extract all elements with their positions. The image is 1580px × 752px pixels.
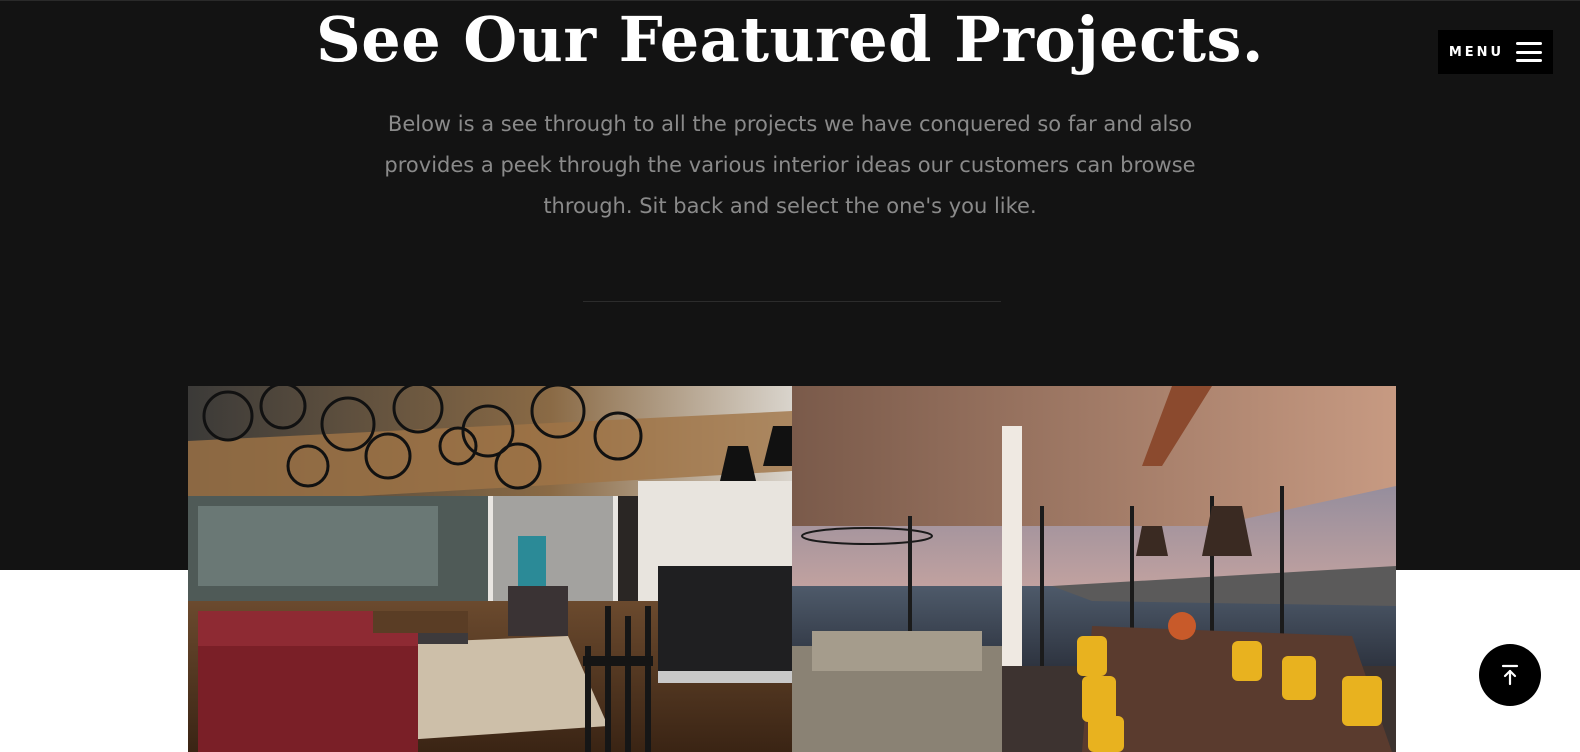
project-card-office-lounge[interactable] <box>188 386 792 752</box>
intro-paragraph: Below is a see through to all the projec… <box>384 112 1196 218</box>
menu-button[interactable]: MENU <box>1438 30 1553 74</box>
hamburger-icon <box>1516 42 1543 62</box>
menu-label: MENU <box>1448 44 1505 60</box>
ocean-dining-image <box>792 386 1396 752</box>
page-title: See Our Featured Projects. <box>316 3 1264 76</box>
back-to-top-button[interactable] <box>1479 644 1541 706</box>
section-divider <box>583 301 1001 302</box>
project-card-ocean-dining[interactable] <box>792 386 1396 752</box>
office-lounge-image <box>188 386 792 752</box>
arrow-up-to-line-icon <box>1501 664 1519 686</box>
